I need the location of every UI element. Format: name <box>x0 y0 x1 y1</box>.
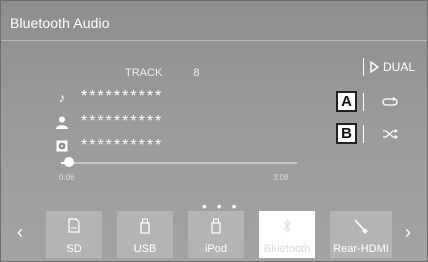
screen-title: Bluetooth Audio <box>10 15 110 31</box>
track-label: TRACK <box>125 67 163 79</box>
source-bluetooth-button[interactable]: Bluetooth <box>259 211 315 258</box>
source-label: Rear-HDMI <box>333 243 389 255</box>
album-name: ********** <box>81 137 164 154</box>
next-page-arrow[interactable]: › <box>405 222 411 243</box>
source-ipod-button[interactable]: iPod <box>188 211 244 258</box>
album-row: ********** <box>53 137 163 155</box>
ipod-icon <box>188 218 244 234</box>
track-number: 8 <box>193 67 200 79</box>
bluetooth-icon <box>259 218 315 234</box>
song-title-row: ♪ ********** <box>53 88 163 106</box>
shuffle-button[interactable] <box>363 123 421 145</box>
repeat-button[interactable] <box>363 91 421 113</box>
callout-b: B <box>336 123 357 144</box>
source-rear-hdmi-button[interactable]: Rear-HDMI <box>330 211 392 258</box>
button-divider <box>363 93 364 111</box>
source-sd-button[interactable]: SD <box>46 211 102 258</box>
hdmi-cable-icon <box>330 218 392 234</box>
button-divider <box>363 125 364 143</box>
total-time: 3:08 <box>273 173 289 182</box>
shuffle-icon <box>383 129 398 139</box>
artist-person-icon <box>53 116 71 129</box>
album-disc-icon <box>53 140 71 152</box>
dual-button[interactable]: DUAL <box>363 55 421 79</box>
elapsed-time: 0:06 <box>59 173 75 182</box>
title-divider <box>1 40 427 41</box>
progress-handle[interactable] <box>63 157 74 167</box>
source-usb-button[interactable]: USB <box>117 211 173 258</box>
button-divider <box>363 58 364 76</box>
repeat-icon <box>382 97 398 106</box>
music-note-icon: ♪ <box>58 89 66 105</box>
artist-name: ********** <box>81 113 164 130</box>
dual-button-label: DUAL <box>383 60 416 74</box>
sd-card-icon <box>46 218 102 233</box>
audio-screen: Bluetooth Audio DUAL TRACK 8 ♪ *********… <box>0 0 428 262</box>
callout-a: A <box>336 91 357 112</box>
source-label: iPod <box>204 243 228 255</box>
artist-row: ********** <box>53 113 163 131</box>
track-indicator: TRACK 8 <box>125 67 199 79</box>
previous-page-arrow[interactable]: ‹ <box>17 222 23 243</box>
song-title: ********** <box>81 88 164 105</box>
play-outline-icon <box>370 61 379 73</box>
source-label: Bluetooth <box>263 243 311 255</box>
progress-track[interactable] <box>61 162 297 164</box>
source-label: USB <box>133 243 157 255</box>
usb-icon <box>117 218 173 234</box>
source-label: SD <box>66 243 82 255</box>
